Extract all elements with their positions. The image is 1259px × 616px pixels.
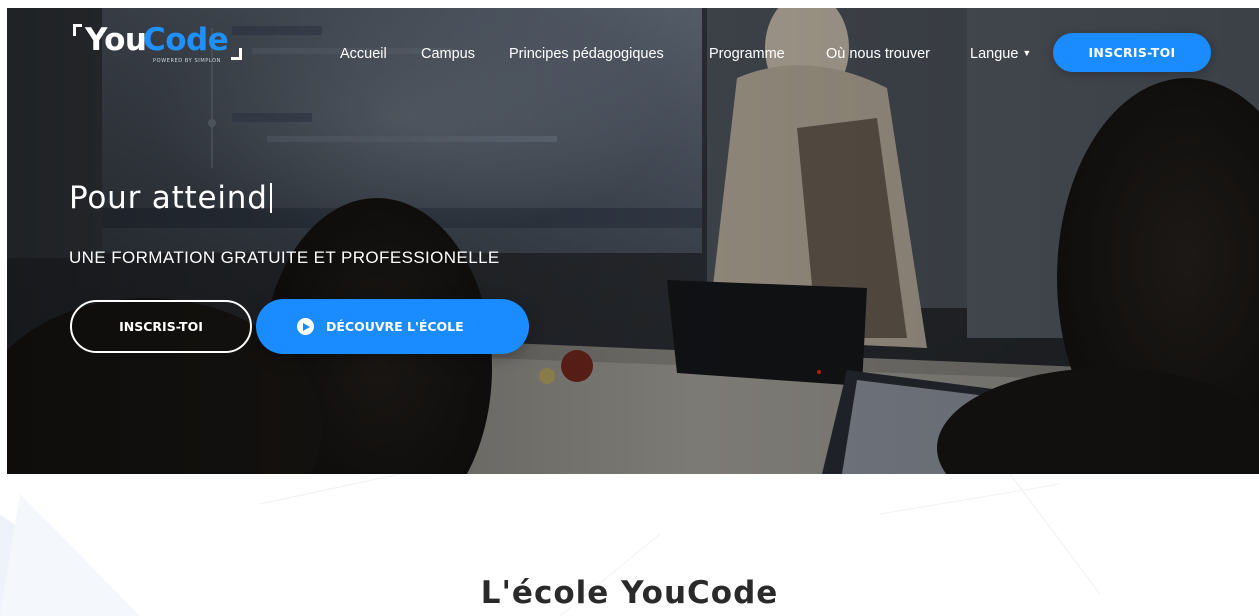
- nav-inscris-toi-button[interactable]: INSCRIS-TOI: [1053, 33, 1211, 72]
- nav-item-campus[interactable]: Campus: [421, 46, 475, 62]
- logo-text-you: You: [85, 22, 147, 58]
- logo-bracket-top-left: [73, 24, 82, 36]
- play-circle-icon: [297, 318, 314, 335]
- nav-item-langue[interactable]: Langue ▼: [970, 46, 1031, 62]
- hero-title-text: Pour atteind: [69, 180, 268, 216]
- nav-item-langue-label: Langue: [970, 46, 1019, 62]
- nav-item-ou-nous-trouver[interactable]: Où nous trouver: [826, 46, 930, 62]
- hero-subtitle: UNE FORMATION GRATUITE ET PROFESSIONELLE: [69, 248, 500, 267]
- nav-item-principes-pedagogiques[interactable]: Principes pédagogiques: [509, 46, 664, 62]
- decouvre-ecole-label: DÉCOUVRE L'ÉCOLE: [326, 319, 464, 334]
- hero-dark-overlay: [7, 8, 1259, 474]
- caret-down-icon: ▼: [1022, 48, 1032, 58]
- logo-text-code: Code: [143, 22, 229, 58]
- youcode-logo[interactable]: You Code POWERED BY SIMPLON: [73, 10, 253, 64]
- section-title: L'école YouCode: [480, 575, 779, 611]
- logo-bracket-bottom-right: [231, 48, 242, 60]
- hero-title: Pour atteind: [69, 180, 272, 216]
- nav-item-accueil[interactable]: Accueil: [340, 46, 387, 62]
- logo-tagline: POWERED BY SIMPLON: [153, 58, 221, 64]
- typing-cursor: [269, 183, 272, 213]
- hero-inscris-toi-button[interactable]: INSCRIS-TOI: [70, 300, 252, 353]
- hero-banner: [7, 8, 1259, 474]
- nav-item-programme[interactable]: Programme: [709, 46, 785, 62]
- decouvre-ecole-button[interactable]: DÉCOUVRE L'ÉCOLE: [256, 299, 529, 354]
